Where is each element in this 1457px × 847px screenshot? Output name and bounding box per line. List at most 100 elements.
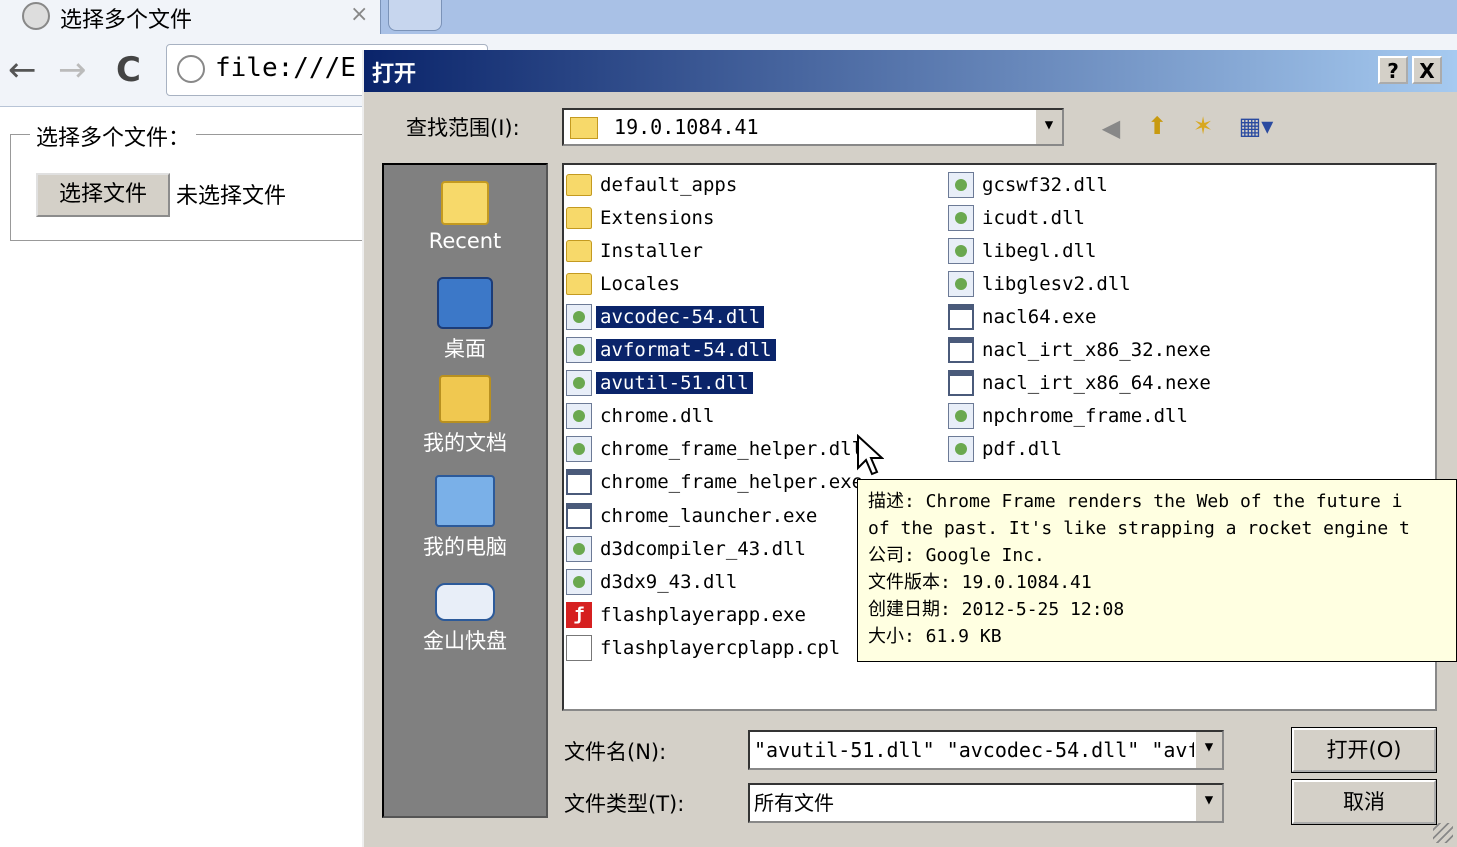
file-item[interactable]: pdf.dll	[948, 434, 1066, 464]
forward-button[interactable]: →	[58, 50, 87, 90]
file-name: chrome_frame_helper.exe	[600, 471, 864, 494]
look-in-combobox[interactable]: 19.0.1084.41 ▼	[562, 108, 1064, 146]
dll-file-icon	[566, 303, 592, 330]
file-item[interactable]: libegl.dll	[948, 235, 1100, 265]
file-name: avcodec-54.dll	[596, 305, 765, 328]
file-name: npchrome_frame.dll	[982, 405, 1188, 428]
filetype-label: 文件类型(T):	[564, 792, 685, 816]
recent-folder-icon	[441, 181, 489, 225]
filename-combobox[interactable]: "avutil-51.dll" "avcodec-54.dll" "avf ▼	[748, 730, 1224, 770]
tab-close-button[interactable]: ×	[350, 2, 368, 27]
tooltip-created-date: 创建日期: 2012-5-25 12:08	[868, 599, 1125, 620]
file-name: nacl_irt_x86_64.nexe	[982, 372, 1211, 395]
file-item[interactable]: chrome_launcher.exe	[566, 500, 821, 530]
file-info-tooltip: 描述: Chrome Frame renders the Web of the …	[857, 479, 1457, 662]
place-my-documents[interactable]: 我的文档	[384, 375, 546, 457]
help-button[interactable]: ?	[1378, 56, 1408, 84]
file-item[interactable]: Installer	[566, 235, 707, 265]
file-item[interactable]: d3dx9_43.dll	[566, 566, 741, 596]
filename-dropdown-arrow[interactable]: ▼	[1194, 732, 1222, 768]
tooltip-description-line1: 描述: Chrome Frame renders the Web of the …	[868, 491, 1403, 512]
place-label: Recent	[428, 229, 502, 253]
address-url[interactable]: file:///E	[215, 53, 356, 83]
desktop-icon	[437, 277, 493, 329]
place-kuaipan[interactable]: 金山快盘	[384, 583, 546, 655]
up-folder-icon[interactable]: ⬆	[1142, 111, 1172, 141]
file-item[interactable]: d3dcompiler_43.dll	[566, 533, 810, 563]
file-item[interactable]: Locales	[566, 268, 684, 298]
new-folder-icon[interactable]: ✶	[1188, 111, 1218, 141]
file-name: flashplayercplapp.cpl	[600, 636, 841, 659]
kuaipan-drive-icon	[435, 583, 495, 621]
no-file-label: 未选择文件	[176, 184, 287, 209]
file-item[interactable]: nacl64.exe	[948, 301, 1100, 331]
file-item[interactable]: avutil-51.dll	[566, 368, 753, 398]
file-name: icudt.dll	[982, 206, 1085, 229]
dll-file-icon	[948, 237, 974, 264]
choose-file-button[interactable]: 选择文件	[36, 173, 170, 217]
file-name: pdf.dll	[982, 438, 1063, 461]
dll-file-icon	[566, 535, 592, 562]
flash-file-icon: ƒ	[566, 601, 592, 628]
mouse-cursor-icon	[857, 434, 884, 476]
file-name: chrome.dll	[600, 405, 715, 428]
file-item[interactable]: chrome_frame_helper.dll	[566, 434, 867, 464]
exe-file-icon	[566, 502, 592, 529]
file-item[interactable]: chrome.dll	[566, 401, 718, 431]
place-desktop[interactable]: 桌面	[384, 277, 546, 363]
browser-tab[interactable]: 选择多个文件 ×	[0, 0, 381, 34]
file-item[interactable]: flashplayercplapp.cpl	[566, 632, 844, 662]
view-menu-icon[interactable]: ▦▾	[1234, 111, 1278, 141]
reload-button[interactable]: C	[116, 50, 141, 90]
look-in-value: 19.0.1084.41	[614, 115, 759, 139]
place-recent[interactable]: Recent	[384, 181, 546, 253]
my-computer-icon	[435, 475, 495, 527]
dialog-titlebar[interactable]: 打开 ? X	[364, 50, 1457, 92]
file-name: d3dcompiler_43.dll	[600, 537, 806, 560]
file-item[interactable]: default_apps	[566, 169, 741, 199]
file-item[interactable]: npchrome_frame.dll	[948, 401, 1192, 431]
filename-label: 文件名(N):	[564, 740, 667, 764]
file-name: Extensions	[600, 206, 715, 229]
my-documents-icon	[439, 375, 491, 423]
folder-file-icon	[566, 206, 592, 229]
filetype-value: 所有文件	[754, 791, 834, 815]
file-item[interactable]: nacl_irt_x86_64.nexe	[948, 368, 1215, 398]
tooltip-file-version: 文件版本: 19.0.1084.41	[868, 572, 1092, 593]
tooltip-size: 大小: 61.9 KB	[868, 626, 1002, 647]
look-in-dropdown-arrow[interactable]: ▼	[1034, 110, 1062, 144]
new-tab-button[interactable]	[388, 0, 442, 31]
file-item[interactable]: gcswf32.dll	[948, 169, 1112, 199]
file-item[interactable]: nacl_irt_x86_32.nexe	[948, 335, 1215, 365]
filetype-combobox[interactable]: 所有文件 ▼	[748, 783, 1224, 823]
file-name: avformat-54.dll	[596, 339, 776, 361]
file-item[interactable]: avformat-54.dll	[566, 335, 776, 365]
filetype-dropdown-arrow[interactable]: ▼	[1194, 785, 1222, 821]
cancel-button[interactable]: 取消	[1291, 779, 1437, 825]
file-name: flashplayerapp.exe	[600, 603, 806, 626]
back-nav-icon[interactable]: ◀	[1096, 113, 1126, 143]
place-my-computer[interactable]: 我的电脑	[384, 475, 546, 561]
exe-file-icon	[948, 370, 974, 397]
resize-grip[interactable]	[1433, 823, 1453, 843]
file-item[interactable]: ƒ flashplayerapp.exe	[566, 599, 810, 629]
place-label: 桌面	[444, 337, 486, 361]
file-item[interactable]: Extensions	[566, 202, 718, 232]
open-button[interactable]: 打开(O)	[1291, 727, 1437, 773]
file-name: chrome_frame_helper.dll	[600, 438, 864, 461]
file-item[interactable]: chrome_frame_helper.exe	[566, 467, 867, 497]
dll-file-icon	[948, 171, 974, 198]
file-item[interactable]: libglesv2.dll	[948, 268, 1135, 298]
file-item[interactable]: avcodec-54.dll	[566, 301, 765, 331]
filename-input[interactable]: "avutil-51.dll" "avcodec-54.dll" "avf	[750, 738, 1200, 762]
file-name: default_apps	[600, 173, 738, 196]
back-button[interactable]: ←	[8, 50, 37, 90]
dialog-close-button[interactable]: X	[1412, 56, 1442, 84]
fieldset-legend: 选择多个文件：	[30, 120, 197, 152]
exe-file-icon	[948, 303, 974, 330]
file-item[interactable]: icudt.dll	[948, 202, 1089, 232]
place-label: 我的电脑	[423, 535, 507, 559]
exe-file-icon	[566, 469, 592, 496]
dll-file-icon	[566, 436, 592, 463]
dll-file-icon	[948, 436, 974, 463]
